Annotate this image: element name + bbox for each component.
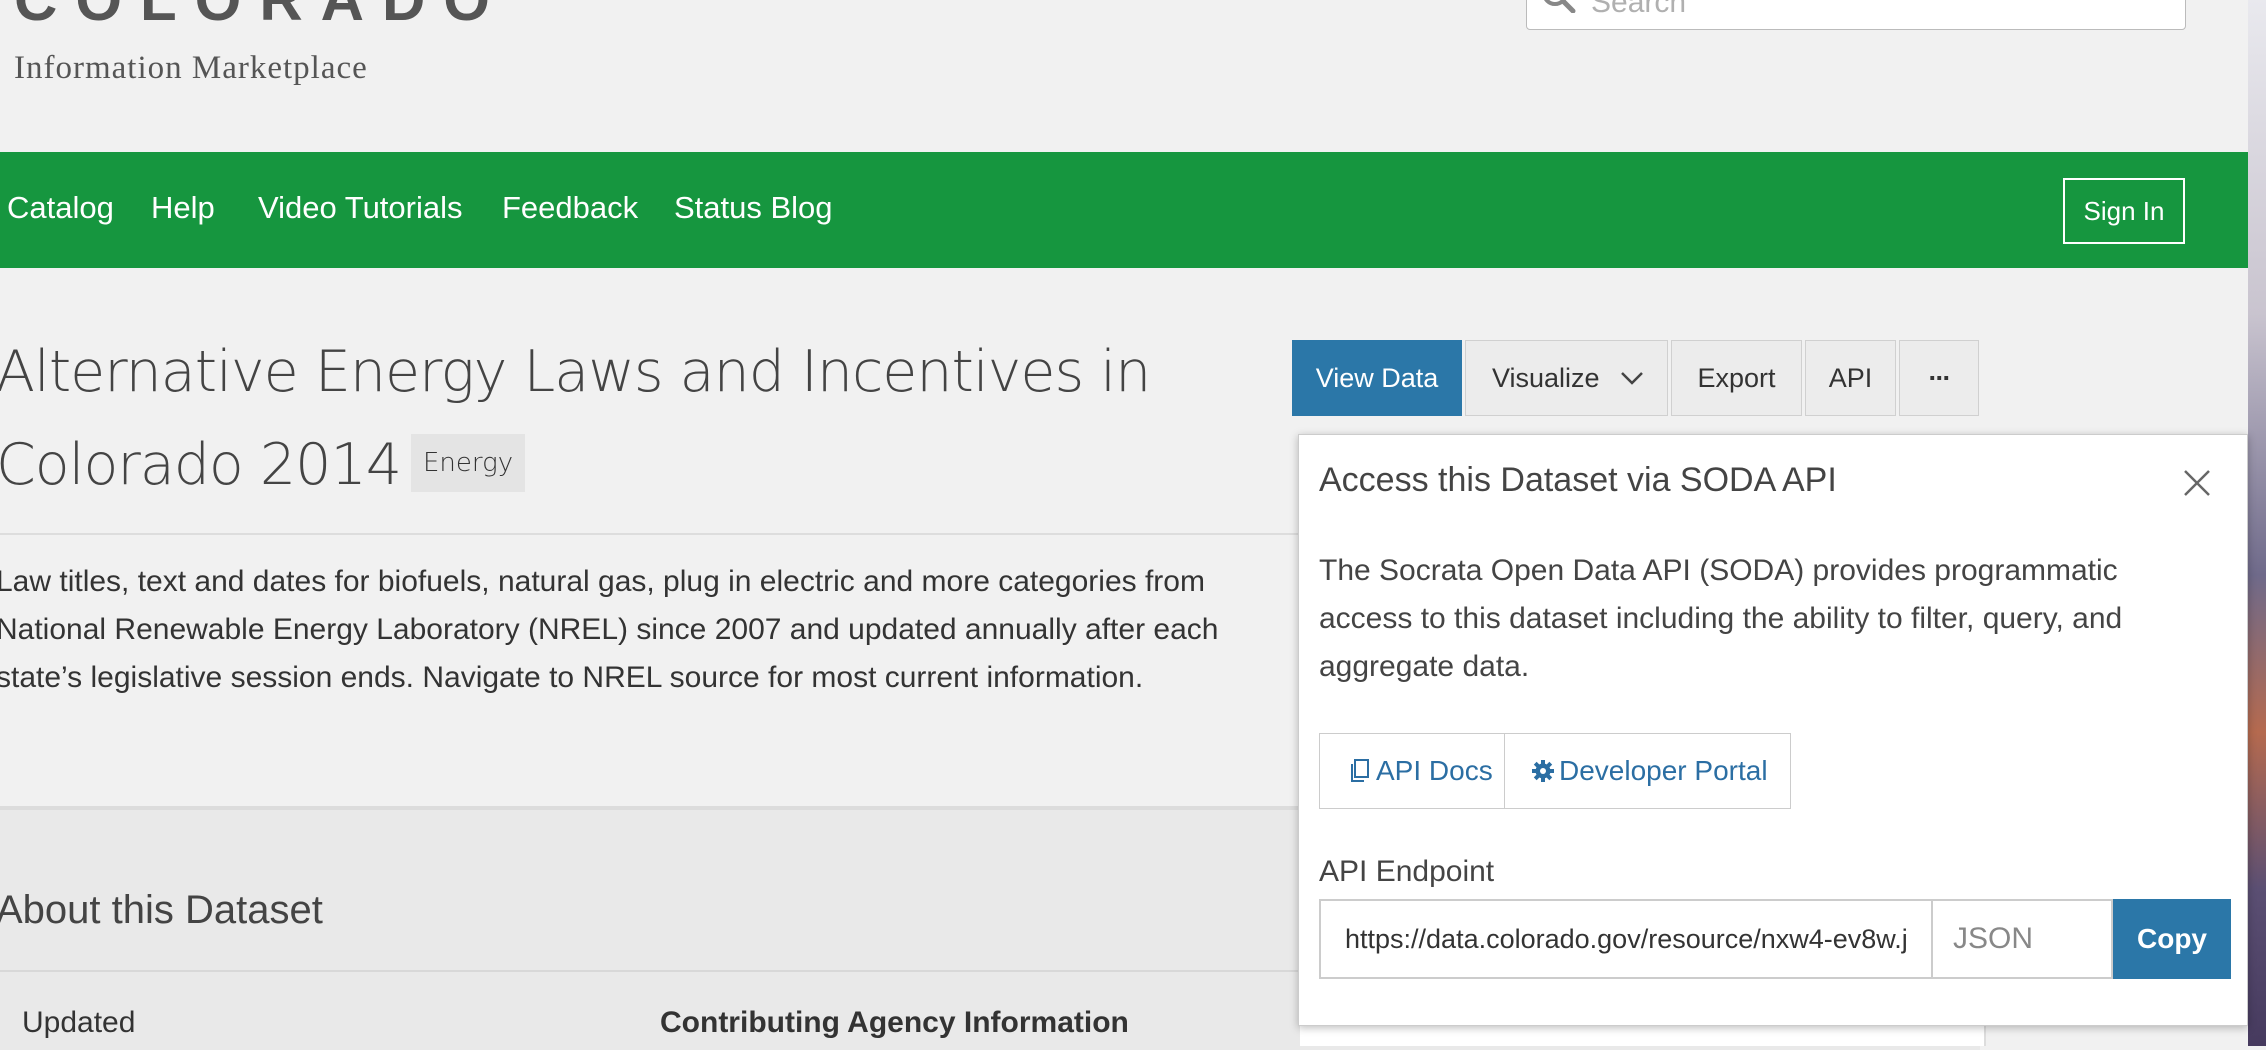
developer-portal-button[interactable]: Developer Portal <box>1505 733 1791 809</box>
desktop-background <box>2248 0 2266 1046</box>
search-input[interactable] <box>1589 0 2153 21</box>
document-icon <box>1351 759 1369 782</box>
search-box[interactable] <box>1526 0 2186 30</box>
view-data-button[interactable]: View Data <box>1292 340 1462 416</box>
api-popover: Access this Dataset via SODA API The Soc… <box>1298 434 2248 1026</box>
category-tag[interactable]: Energy <box>410 433 526 492</box>
divider <box>0 533 1298 535</box>
popover-title: Access this Dataset via SODA API <box>1319 461 1837 499</box>
nav-item-video-tutorials[interactable]: Video Tutorials <box>258 190 463 226</box>
chevron-down-icon <box>1620 372 1643 385</box>
close-icon[interactable] <box>2183 469 2211 497</box>
endpoint-label: API Endpoint <box>1319 855 1495 888</box>
search-icon <box>1544 0 1576 13</box>
updated-label: Updated <box>22 1006 136 1039</box>
api-button[interactable]: API <box>1805 340 1896 416</box>
api-docs-label: API Docs <box>1376 755 1493 786</box>
api-endpoint-field[interactable] <box>1319 899 1933 979</box>
dataset-toolbar: View Data Visualize Export API ··· <box>1292 340 1982 416</box>
brand-name: COLORADO <box>14 0 508 30</box>
nav-item-status-blog[interactable]: Status Blog <box>674 190 833 226</box>
copy-button[interactable]: Copy <box>2113 899 2231 979</box>
page-title: Alternative Energy Laws and Incentives i… <box>0 326 1226 512</box>
popover-description: The Socrata Open Data API (SODA) provide… <box>1319 554 2123 683</box>
endpoint-row: JSON Copy <box>1319 899 2231 979</box>
nav-item-catalog[interactable]: Catalog <box>7 190 114 226</box>
visualize-label: Visualize <box>1492 362 1600 393</box>
brand-subtitle: Information Marketplace <box>14 50 368 86</box>
export-button[interactable]: Export <box>1671 340 1802 416</box>
format-select[interactable]: JSON <box>1933 899 2113 979</box>
more-actions-button[interactable]: ··· <box>1899 340 1979 416</box>
dataset-description: Law titles, text and dates for biofuels,… <box>0 565 1219 694</box>
api-docs-button[interactable]: API Docs <box>1319 733 1505 809</box>
agency-info-label: Contributing Agency Information <box>660 1006 1129 1039</box>
nav-item-help[interactable]: Help <box>151 190 215 226</box>
sign-in-button[interactable]: Sign In <box>2063 178 2185 244</box>
dataset-title: Alternative Energy Laws and Incentives i… <box>0 339 1151 498</box>
about-heading: About this Dataset <box>0 888 323 932</box>
site-logo[interactable]: COLORADO Information Marketplace <box>14 0 508 87</box>
visualize-dropdown[interactable]: Visualize <box>1465 340 1668 416</box>
divider <box>0 970 1300 972</box>
main-navbar: Catalog Help Video Tutorials Feedback St… <box>0 152 2248 268</box>
nav-item-feedback[interactable]: Feedback <box>502 190 638 226</box>
api-links: API Docs Developer Portal <box>1319 733 1791 809</box>
gear-icon <box>1532 760 1554 782</box>
developer-portal-label: Developer Portal <box>1559 755 1768 786</box>
